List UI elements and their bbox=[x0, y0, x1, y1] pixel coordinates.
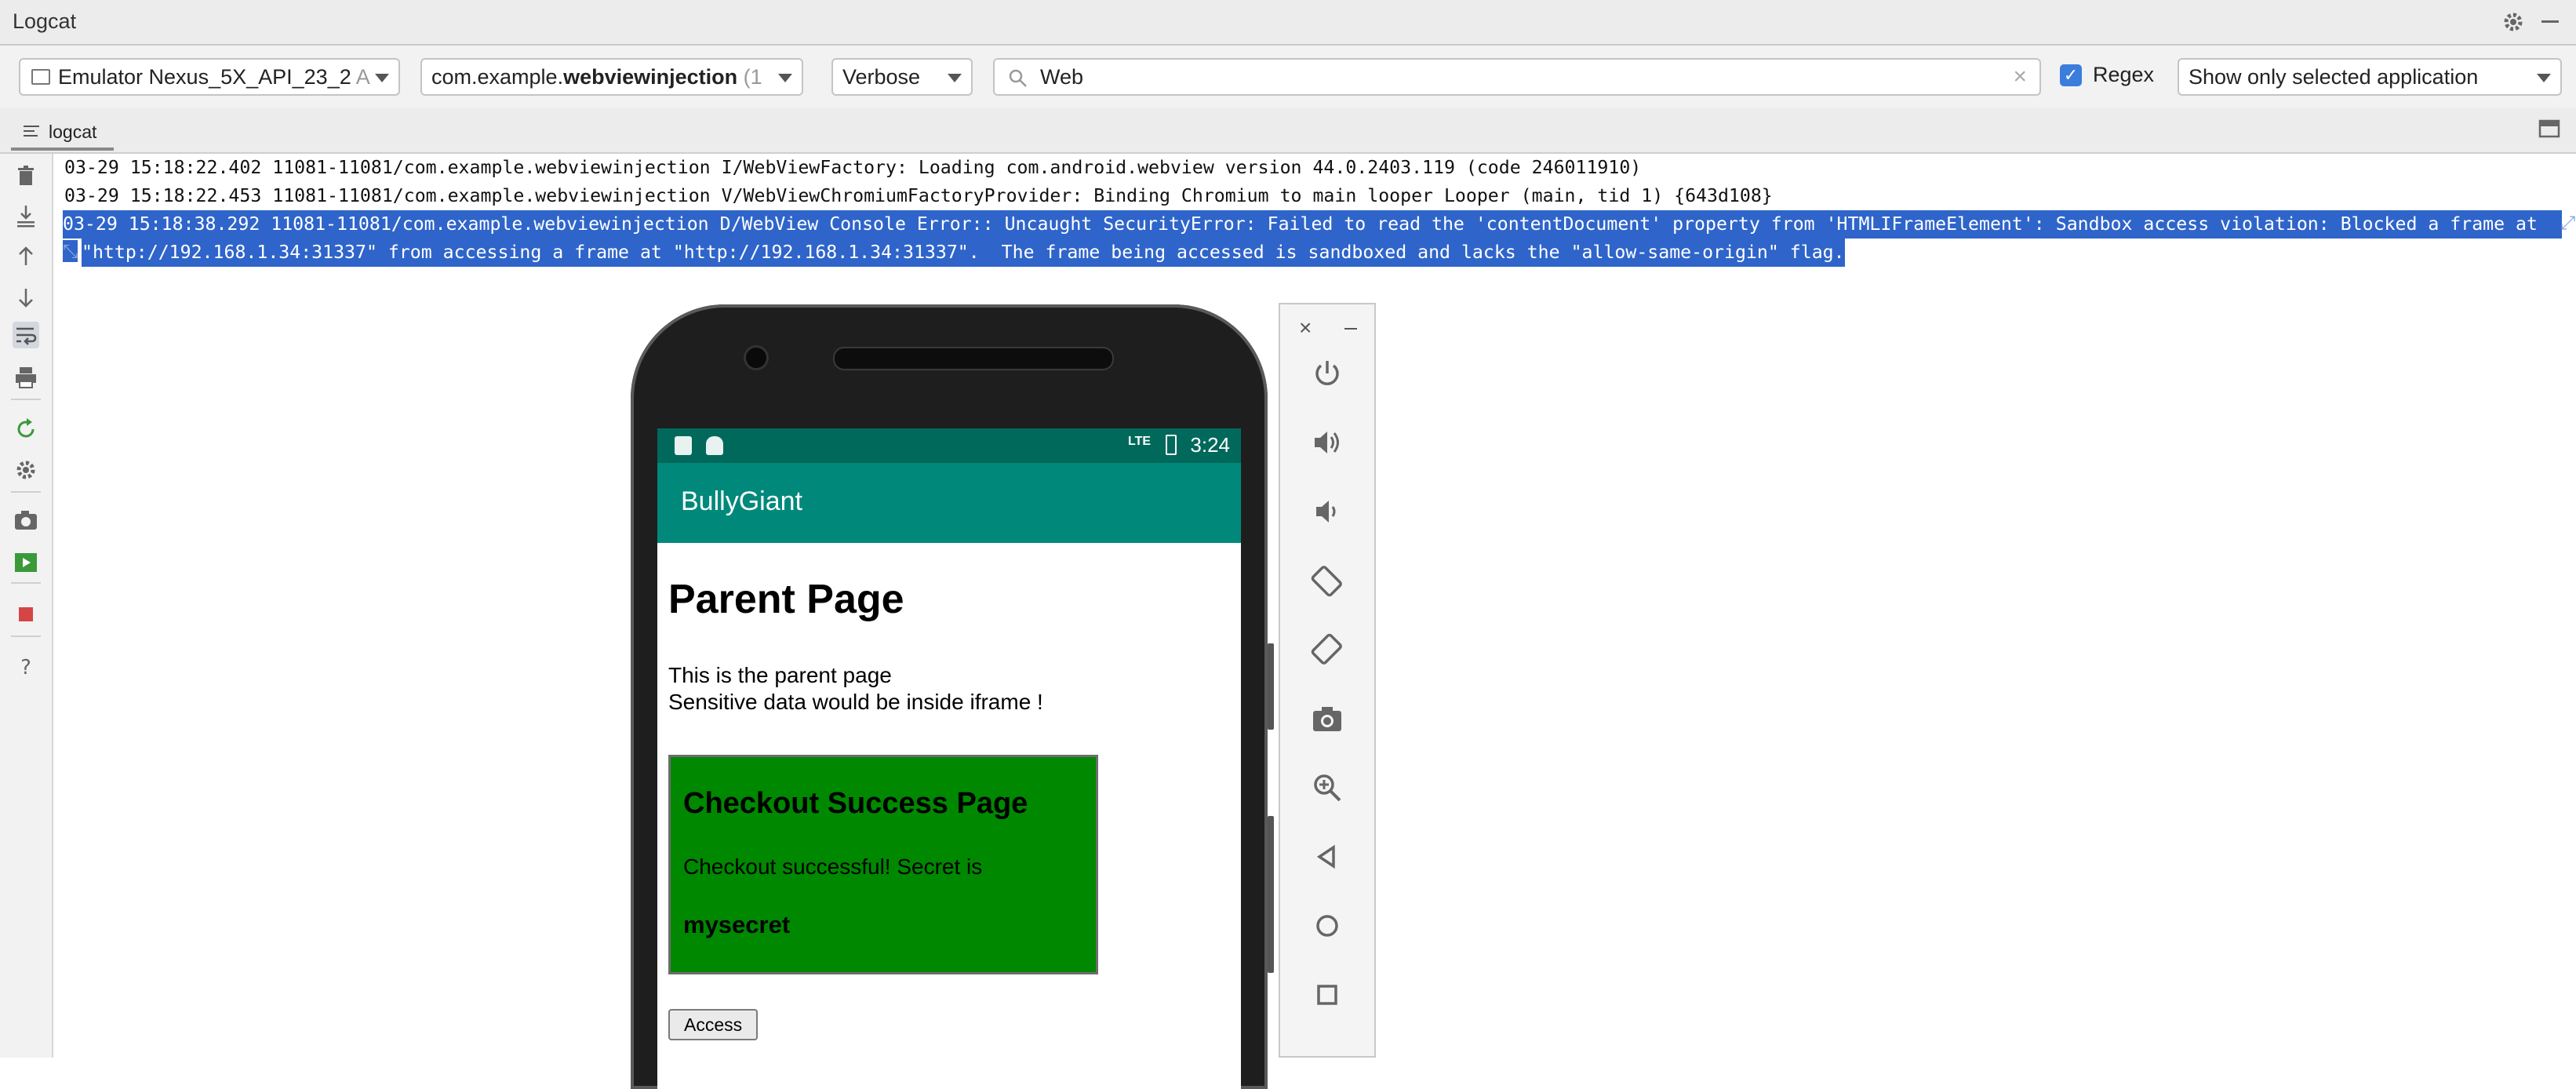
title-bar: Logcat bbox=[0, 0, 2576, 46]
left-toolbar: ? bbox=[0, 154, 53, 1058]
screen-record-icon[interactable] bbox=[13, 549, 39, 576]
scroll-to-end-icon[interactable] bbox=[13, 202, 39, 229]
gear-icon[interactable] bbox=[2502, 11, 2524, 33]
sandboxed-iframe: Checkout Success Page Checkout successfu… bbox=[668, 755, 1098, 974]
network-icon: LTE bbox=[1128, 435, 1152, 448]
process-suffix: (1 bbox=[743, 65, 762, 89]
print-icon[interactable] bbox=[13, 364, 39, 391]
layout-settings-icon[interactable] bbox=[2538, 119, 2562, 141]
wrap-continue-icon: ⤢ bbox=[2560, 212, 2576, 234]
iframe-heading: Checkout Success Page bbox=[683, 787, 1028, 820]
iframe-text: Checkout successful! Secret is bbox=[683, 854, 983, 879]
log-line-selected[interactable]: "http://192.168.1.34:31337" from accessi… bbox=[82, 239, 1845, 267]
app-title: BullyGiant bbox=[681, 486, 802, 516]
camera-icon[interactable] bbox=[1308, 700, 1346, 738]
power-icon[interactable] bbox=[1308, 355, 1346, 392]
emulator-device-frame: LTE 3:24 BullyGiant Parent Page This is … bbox=[631, 304, 1268, 1089]
chevron-down-icon bbox=[2537, 74, 2551, 82]
restart-icon[interactable] bbox=[13, 416, 39, 443]
process-selector[interactable]: com.example.webviewinjection (1 bbox=[420, 58, 803, 96]
log-level: Verbose bbox=[842, 65, 921, 89]
rotate-left-icon[interactable] bbox=[1308, 562, 1346, 599]
status-time: 3:24 bbox=[1190, 433, 1230, 457]
filter-selector[interactable]: Show only selected application bbox=[2178, 58, 2562, 96]
trash-icon[interactable] bbox=[13, 163, 39, 190]
zoom-icon[interactable] bbox=[1308, 769, 1346, 807]
logcat-toolbar: Emulator Nexus_5X_API_23_2 A com.example… bbox=[0, 46, 2576, 108]
close-icon[interactable]: × bbox=[1299, 315, 1312, 341]
back-icon[interactable] bbox=[1308, 838, 1346, 876]
soft-wrap-button[interactable] bbox=[13, 322, 39, 348]
soft-wrap-icon bbox=[16, 327, 37, 345]
minimize-icon[interactable] bbox=[1344, 328, 1357, 330]
overview-icon[interactable] bbox=[1308, 976, 1346, 1014]
volume-up-icon[interactable] bbox=[1308, 424, 1346, 461]
volume-side-button[interactable] bbox=[1268, 816, 1274, 973]
emulator-controls: × bbox=[1279, 303, 1376, 1058]
window-title: Logcat bbox=[13, 9, 77, 33]
device-selector[interactable]: Emulator Nexus_5X_API_23_2 A bbox=[19, 58, 400, 96]
chevron-down-icon bbox=[375, 74, 389, 82]
rotate-right-icon[interactable] bbox=[1308, 631, 1346, 668]
home-icon[interactable] bbox=[1308, 907, 1346, 945]
stop-icon[interactable] bbox=[13, 601, 39, 628]
checkbox-checked-icon[interactable]: ✓ bbox=[2060, 64, 2082, 86]
logcat-tab-icon bbox=[24, 126, 39, 137]
status-bar: LTE 3:24 bbox=[657, 428, 1241, 463]
log-line[interactable]: 03-29 15:18:22.402 11081-11081/com.examp… bbox=[64, 154, 1641, 182]
log-level-selector[interactable]: Verbose bbox=[831, 58, 973, 96]
filter-value: Show only selected application bbox=[2189, 65, 2479, 89]
tab-label: logcat bbox=[49, 122, 97, 142]
page-text: This is the parent page bbox=[668, 663, 892, 687]
tab-logcat[interactable]: logcat bbox=[11, 115, 115, 151]
page-heading: Parent Page bbox=[668, 577, 904, 622]
volume-down-icon[interactable] bbox=[1308, 493, 1346, 530]
log-line[interactable]: 03-29 15:18:22.453 11081-11081/com.examp… bbox=[64, 182, 1773, 210]
up-arrow-icon[interactable] bbox=[13, 243, 39, 270]
settings-icon[interactable] bbox=[13, 457, 39, 483]
device-screen[interactable]: LTE 3:24 BullyGiant Parent Page This is … bbox=[657, 428, 1241, 1089]
access-button[interactable]: Access bbox=[668, 1009, 759, 1040]
down-arrow-icon[interactable] bbox=[13, 284, 39, 311]
separator bbox=[11, 582, 41, 584]
minimize-icon[interactable] bbox=[2541, 20, 2559, 23]
process-prefix: com.example. bbox=[431, 65, 564, 89]
help-icon[interactable]: ? bbox=[13, 653, 39, 679]
regex-label: Regex bbox=[2093, 63, 2155, 86]
search-input[interactable]: Web × bbox=[993, 58, 2041, 96]
app-bar: BullyGiant bbox=[657, 463, 1241, 543]
clear-icon[interactable]: × bbox=[2013, 60, 2027, 94]
chevron-down-icon bbox=[778, 74, 792, 82]
page-text: Sensitive data would be inside iframe ! bbox=[668, 690, 1043, 714]
svg-text:?: ? bbox=[20, 656, 31, 679]
sd-card-icon bbox=[675, 436, 692, 455]
device-name: Emulator Nexus_5X_API_23_2 bbox=[58, 65, 351, 89]
chevron-down-icon bbox=[948, 74, 962, 82]
front-camera bbox=[744, 345, 769, 370]
battery-icon bbox=[1166, 435, 1177, 455]
separator bbox=[11, 399, 41, 400]
android-icon bbox=[706, 436, 723, 455]
earpiece-speaker bbox=[833, 347, 1114, 370]
log-line-selected[interactable]: 03-29 15:18:38.292 11081-11081/com.examp… bbox=[63, 210, 2562, 239]
device-suffix: A bbox=[355, 65, 370, 89]
iframe-secret: mysecret bbox=[683, 911, 791, 938]
separator bbox=[11, 491, 41, 493]
wrap-indent-icon: ⤡ bbox=[63, 240, 78, 262]
separator bbox=[11, 636, 41, 637]
screenshot-icon[interactable] bbox=[13, 507, 39, 534]
process-name: webviewinjection bbox=[563, 65, 738, 89]
search-icon bbox=[1009, 69, 1027, 87]
device-icon bbox=[31, 69, 50, 85]
tab-bar: logcat bbox=[0, 108, 2576, 154]
search-value: Web bbox=[1040, 65, 1084, 89]
webview[interactable]: Parent Page This is the parent page Sens… bbox=[657, 543, 1241, 1089]
power-side-button[interactable] bbox=[1268, 643, 1274, 730]
